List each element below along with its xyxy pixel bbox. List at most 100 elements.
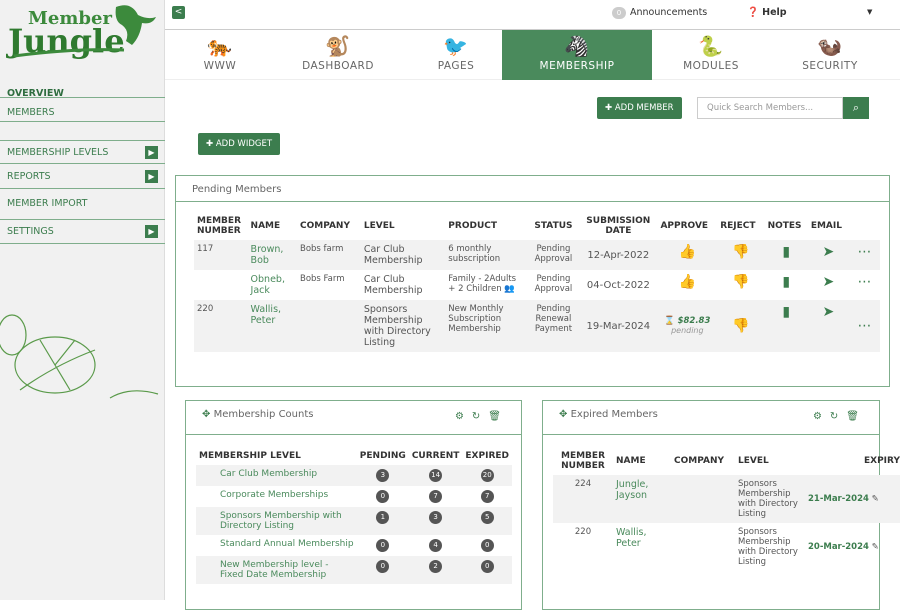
reject-thumbs-down-icon[interactable]: 👎 <box>717 300 765 352</box>
arrow-right-icon[interactable]: ▶ <box>145 146 158 159</box>
top-bar: < 0 Announcements ❓ Help ▼ <box>165 0 900 30</box>
gear-icon[interactable]: ⚙ <box>813 411 830 422</box>
member-number: 224 <box>553 475 613 523</box>
refresh-icon[interactable]: ↻ <box>830 411 846 422</box>
approve-thumbs-up-icon[interactable]: 👍 <box>657 270 717 300</box>
notes-book-icon[interactable]: ▮ <box>765 270 808 300</box>
member-name-link[interactable]: Obneb, Jack <box>248 270 297 300</box>
tab-label: MEMBERSHIP <box>539 60 615 72</box>
search-icon: ⌕ <box>852 101 860 114</box>
email-paper-plane-icon[interactable]: ➤ <box>807 300 850 352</box>
expired-count-badge: 0 <box>480 539 494 552</box>
table-row: Standard Annual Membership 0 4 0 <box>196 535 512 556</box>
column-header: STATUS <box>534 221 573 231</box>
edit-pencil-icon[interactable]: ✎ <box>872 542 879 552</box>
notes-book-icon[interactable]: ▮ <box>764 300 808 352</box>
member-jungle-logo[interactable]: Member Jungle <box>5 2 161 60</box>
tab-label: DASHBOARD <box>302 60 374 72</box>
tab-label: WWW <box>203 60 237 72</box>
arrow-right-icon[interactable]: ▶ <box>145 225 158 238</box>
sidebar-item-label: REPORTS <box>7 171 51 182</box>
level-link[interactable]: Standard Annual Membership <box>196 535 357 556</box>
more-options-icon[interactable]: ⋯ <box>849 270 880 300</box>
level-link[interactable]: Sponsors Membership with Directory Listi… <box>196 507 357 535</box>
column-header: SUBMISSION DATE <box>586 216 651 236</box>
more-options-icon[interactable]: ⋯ <box>849 300 880 352</box>
announcements-link[interactable]: 0 Announcements <box>612 7 707 19</box>
search-button[interactable]: ⌕ <box>843 97 869 119</box>
email-paper-plane-icon[interactable]: ➤ <box>807 240 850 270</box>
status: Pending Approval <box>534 274 573 294</box>
member-name-link[interactable]: Wallis, Peter <box>247 300 297 352</box>
hourglass-icon: ⌛ <box>664 316 675 326</box>
approve-thumbs-up-icon[interactable]: 👍 <box>657 240 718 270</box>
help-link[interactable]: ❓ Help <box>747 7 787 18</box>
family-group-icon: 👥 <box>504 284 515 294</box>
current-count-badge: 7 <box>429 490 443 503</box>
edit-pencil-icon[interactable]: ✎ <box>872 494 879 504</box>
member-number: 220 <box>194 300 248 352</box>
tab-label: PAGES <box>437 60 475 72</box>
trash-icon[interactable]: 🗑 <box>846 411 867 422</box>
submission-date: 12-Apr-2022 <box>579 240 658 270</box>
table-row: Car Club Membership 3 14 20 <box>196 465 512 486</box>
reject-thumbs-down-icon[interactable]: 👎 <box>717 270 764 300</box>
member-number: 117 <box>194 240 248 270</box>
expired-count-badge: 5 <box>480 511 494 524</box>
add-widget-button[interactable]: ✚ ADD WIDGET <box>198 133 281 155</box>
user-menu-caret-icon[interactable]: ▼ <box>867 8 872 16</box>
sidebar-item-reports[interactable]: REPORTS ▶ <box>0 165 165 189</box>
sidebar-item-members[interactable]: MEMBERS <box>0 97 165 122</box>
sidebar-item-member-import[interactable]: MEMBER IMPORT <box>0 192 165 220</box>
level-link[interactable]: Car Club Membership <box>196 465 357 486</box>
member-name-link[interactable]: Jungle, Jayson <box>613 475 671 523</box>
collapse-sidebar-button[interactable]: < <box>172 6 185 19</box>
announcements-count-badge: 0 <box>612 7 626 19</box>
column-header: EMAIL <box>810 221 842 231</box>
move-handle-icon[interactable]: ✥ <box>202 409 210 420</box>
more-options-icon[interactable]: ⋯ <box>849 240 880 270</box>
plus-icon: ✚ <box>605 103 613 113</box>
arrow-right-icon[interactable]: ▶ <box>145 170 158 183</box>
level-link[interactable]: New Membership level - Fixed Date Member… <box>196 556 357 584</box>
column-header: COMPANY <box>299 221 350 231</box>
tab-label: MODULES <box>683 60 739 72</box>
move-handle-icon[interactable]: ✥ <box>559 409 567 420</box>
column-header: NOTES <box>767 221 802 231</box>
column-header: PRODUCT <box>448 221 497 231</box>
sidebar-item-label: MEMBER IMPORT <box>7 198 88 209</box>
zebra-icon: 🦓 <box>564 34 590 58</box>
column-header: NAME <box>250 221 281 231</box>
column-header: APPROVE <box>660 221 709 231</box>
reject-thumbs-down-icon[interactable]: 👎 <box>717 240 765 270</box>
table-row: 220 Wallis, Peter Sponsors Membership wi… <box>194 300 880 352</box>
sidebar-item-settings[interactable]: SETTINGS ▶ <box>0 220 165 244</box>
tab-membership[interactable]: 🦓 MEMBERSHIP <box>502 30 652 80</box>
gear-icon[interactable]: ⚙ <box>455 411 472 422</box>
payment-note: pending <box>671 326 704 335</box>
announcements-label: Announcements <box>630 7 708 18</box>
member-name-link[interactable]: Wallis, Peter <box>613 523 671 571</box>
pending-count-badge: 0 <box>376 539 390 552</box>
tab-label: SECURITY <box>802 60 858 72</box>
member-name-link[interactable]: Brown, Bob <box>247 240 297 270</box>
company <box>296 300 361 352</box>
column-header: LEVEL <box>738 456 769 466</box>
table-row: 117 Brown, Bob Bobs farm Car Club Member… <box>194 240 880 270</box>
product: New Monthly Subscription Membership <box>445 300 528 352</box>
notes-book-icon[interactable]: ▮ <box>764 240 808 270</box>
email-paper-plane-icon[interactable]: ➤ <box>808 270 849 300</box>
table-row: Obneb, Jack Bobs Farm Car Club Membershi… <box>194 270 880 300</box>
sidebar-item-membership-levels[interactable]: MEMBERSHIP LEVELS ▶ <box>0 140 165 164</box>
company <box>671 475 735 523</box>
current-count-badge: 2 <box>429 560 443 573</box>
level: Car Club Membership <box>363 274 423 296</box>
status: Pending Renewal Payment <box>527 300 580 352</box>
trash-icon[interactable]: 🗑 <box>488 411 509 422</box>
expiry-date: 21-Mar-2024 <box>808 494 869 504</box>
tab-security[interactable]: 🦦 SECURITY <box>755 30 900 80</box>
refresh-icon[interactable]: ↻ <box>472 411 488 422</box>
quick-search-input[interactable]: Quick Search Members... <box>697 97 843 119</box>
level-link[interactable]: Corporate Memberships <box>196 486 357 507</box>
add-member-button[interactable]: ✚ ADD MEMBER <box>597 97 682 119</box>
